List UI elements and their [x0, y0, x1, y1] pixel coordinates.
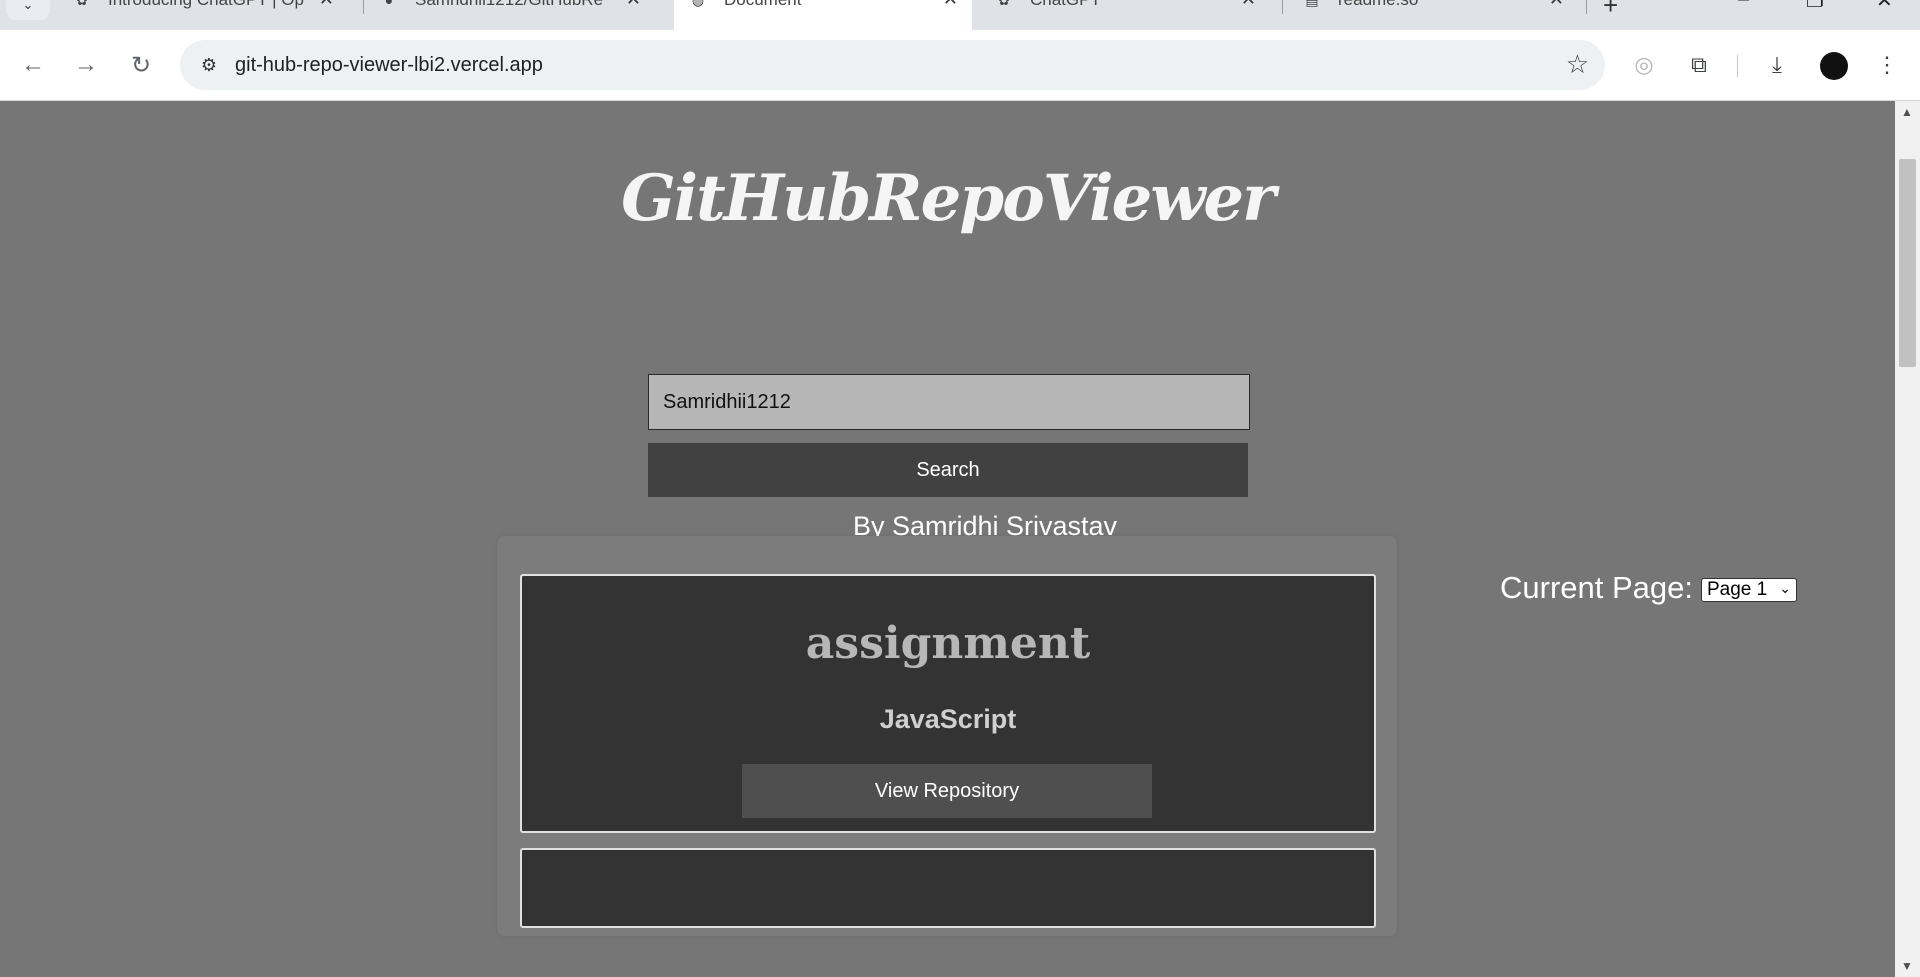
bookmark-star-icon[interactable]: ☆ — [1566, 49, 1589, 80]
scroll-up-arrow-icon[interactable]: ▲ — [1901, 105, 1913, 119]
profile-avatar[interactable] — [1820, 52, 1848, 80]
current-page-label: Current Page: — [1500, 570, 1693, 605]
repo-card: assignment JavaScript View Repository — [520, 574, 1376, 833]
browser-toolbar: ← → ↻ ⚙ git-hub-repo-viewer-lbi2.vercel.… — [0, 30, 1920, 101]
repo-name: assignment — [805, 618, 1091, 669]
media-control-icon[interactable]: ◎ — [1627, 48, 1661, 82]
openai-icon: ✿ — [72, 0, 92, 10]
tab-title: Document — [724, 0, 920, 10]
close-icon[interactable]: ✕ — [943, 0, 958, 10]
extensions-puzzle-icon[interactable]: ⧉ — [1682, 48, 1716, 82]
repo-card — [520, 848, 1376, 928]
tab-chatgpt[interactable]: ✿ ChatGPT ✕ — [980, 0, 1270, 30]
tab-title: ChatGPT — [1030, 0, 1226, 10]
chevron-down-icon: ⌄ — [1779, 580, 1791, 596]
readme-icon: ▤ — [1302, 0, 1322, 10]
globe-icon: ◍ — [688, 0, 708, 10]
address-bar[interactable]: ⚙ git-hub-repo-viewer-lbi2.vercel.app ☆ — [180, 40, 1605, 90]
forward-arrow-icon[interactable]: → — [69, 48, 103, 82]
pagination-picker: Current Page: Page 1 ⌄ — [1500, 570, 1797, 606]
page-select-value: Page 1 — [1707, 579, 1768, 600]
new-tab-icon[interactable]: + — [1603, 0, 1618, 21]
username-search-input[interactable] — [648, 374, 1250, 430]
close-icon[interactable]: ✕ — [1241, 0, 1256, 10]
url-text[interactable]: git-hub-repo-viewer-lbi2.vercel.app — [235, 54, 543, 77]
back-arrow-icon[interactable]: ← — [16, 48, 50, 82]
app-title: GitHubRepoViewer — [621, 161, 1276, 236]
page-select[interactable]: Page 1 ⌄ — [1701, 578, 1797, 602]
tab-title: Samridhii1212/GitHubRe — [415, 0, 611, 10]
tab-github-repo[interactable]: ● Samridhii1212/GitHubRe ✕ — [365, 0, 655, 30]
tab-title: Introducing ChatGPT | Op — [108, 0, 304, 10]
search-button[interactable]: Search — [648, 443, 1248, 497]
window-close-icon[interactable]: ✕ — [1876, 0, 1893, 13]
minimize-icon[interactable]: – — [1738, 0, 1749, 11]
repo-language: JavaScript — [879, 704, 1017, 734]
more-menu-icon[interactable]: ⋮ — [1870, 48, 1904, 82]
tab-search-button[interactable]: ⌄ — [6, 0, 50, 20]
github-icon: ● — [384, 0, 394, 8]
scroll-down-arrow-icon[interactable]: ▼ — [1901, 959, 1913, 973]
close-icon[interactable]: ✕ — [1549, 0, 1564, 10]
tab-readme[interactable]: ▤ readme.so ✕ — [1288, 0, 1578, 30]
download-icon[interactable]: ⤓ — [1760, 48, 1794, 82]
scroll-thumb[interactable] — [1899, 159, 1916, 367]
tab-strip: ⌄ ✿ Introducing ChatGPT | Op ✕ ● Samridh… — [0, 0, 1920, 30]
restore-icon[interactable]: ❐ — [1806, 0, 1824, 13]
openai-icon: ✿ — [994, 0, 1014, 10]
tab-separator — [1282, 0, 1283, 14]
tab-separator — [363, 0, 364, 14]
tab-introducing-chatgpt[interactable]: ✿ Introducing ChatGPT | Op ✕ — [58, 0, 348, 30]
tab-document[interactable]: ◍ Document ✕ — [674, 0, 972, 30]
tab-title: readme.so — [1338, 0, 1534, 10]
close-icon[interactable]: ✕ — [626, 0, 641, 10]
tab-separator — [1586, 0, 1587, 14]
site-info-icon[interactable]: ⚙ — [194, 50, 224, 80]
view-repository-button[interactable]: View Repository — [742, 764, 1152, 818]
page-scrollbar[interactable]: ▲ ▼ — [1895, 101, 1920, 977]
chevron-down-icon: ⌄ — [22, 0, 34, 12]
close-icon[interactable]: ✕ — [319, 0, 334, 10]
toolbar-separator — [1737, 55, 1738, 77]
reload-icon[interactable]: ↻ — [124, 48, 158, 82]
